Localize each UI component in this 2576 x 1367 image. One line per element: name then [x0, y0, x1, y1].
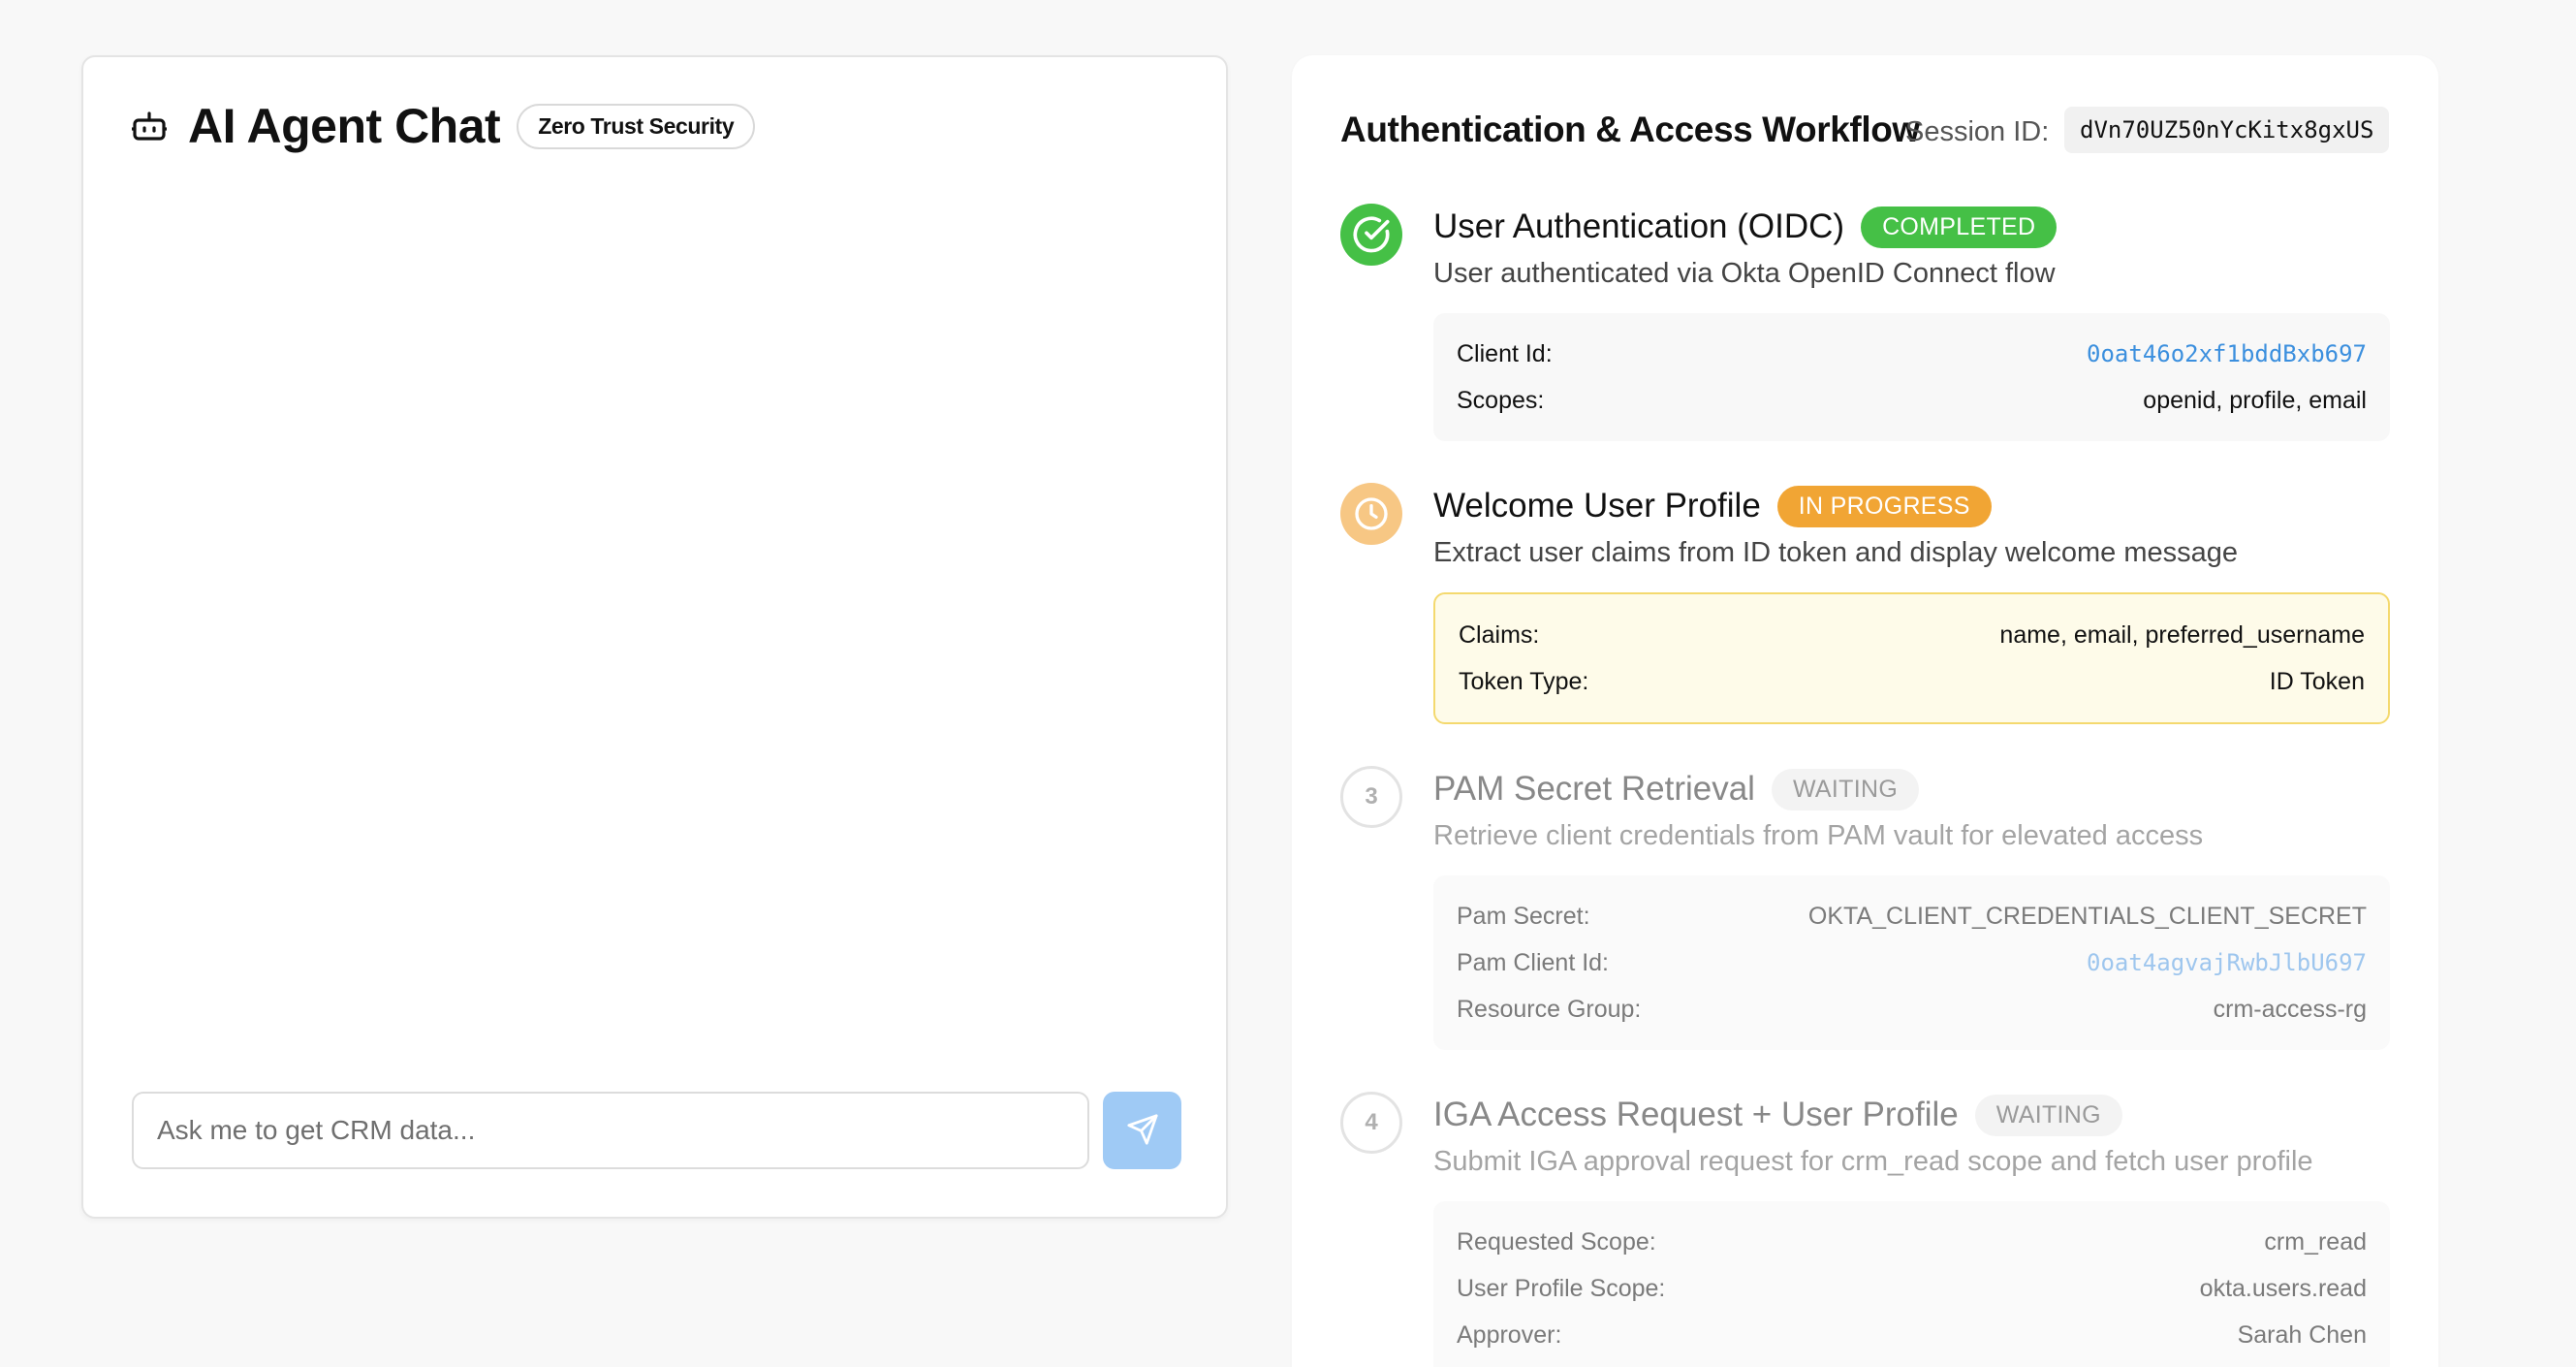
- step-number: 3: [1340, 766, 1402, 828]
- detail-row: Pam Secret: OKTA_CLIENT_CREDENTIALS_CLIE…: [1457, 893, 2367, 939]
- detail-value: Sarah Chen: [2237, 1320, 2367, 1349]
- step-title: User Authentication (OIDC): [1433, 207, 1845, 245]
- detail-value: OKTA_CLIENT_CREDENTIALS_CLIENT_SECRET: [1807, 902, 2367, 930]
- robot-icon: [132, 108, 169, 144]
- status-badge: IN PROGRESS: [1776, 485, 1992, 527]
- workflow-step-iga: 4 IGA Access Request + User Profile WAIT…: [1340, 1092, 2390, 1367]
- step-details: Requested Scope: crm_read User Profile S…: [1433, 1201, 2390, 1367]
- send-button[interactable]: [1103, 1092, 1181, 1169]
- workflow-step-oidc: User Authentication (OIDC) COMPLETED Use…: [1340, 204, 2390, 494]
- detail-value: crm-access-rg: [2213, 995, 2367, 1023]
- detail-value: okta.users.read: [2199, 1274, 2367, 1302]
- status-badge: WAITING: [1974, 1094, 2122, 1136]
- detail-key: Approver:: [1457, 1320, 1562, 1349]
- detail-row: Resource Group: crm-access-rg: [1457, 986, 2367, 1033]
- detail-value: openid, profile, email: [2143, 386, 2367, 414]
- detail-key: Resource Group:: [1457, 995, 1642, 1023]
- session-id-label: Session ID:: [1905, 116, 2050, 147]
- detail-value: 0oat46o2xf1bddBxb697: [2087, 340, 2367, 367]
- step-description: User authenticated via Okta OpenID Conne…: [1433, 258, 2056, 289]
- step-header: PAM Secret Retrieval WAITING: [1433, 766, 1920, 812]
- chat-title: AI Agent Chat: [188, 99, 501, 153]
- workflow-panel: Authentication & Access Workflow Session…: [1292, 55, 2438, 1367]
- detail-key: Token Type:: [1459, 667, 1589, 695]
- detail-row: Pam Client Id: 0oat4agvajRwbJlbU697: [1457, 939, 2367, 986]
- step-details: Client Id: 0oat46o2xf1bddBxb697 Scopes: …: [1433, 313, 2390, 441]
- detail-row: Requested Scope: crm_read: [1457, 1219, 2367, 1265]
- step-title: Welcome User Profile: [1433, 487, 1761, 525]
- detail-key: User Profile Scope:: [1457, 1274, 1666, 1302]
- step-number: 4: [1340, 1092, 1402, 1154]
- detail-row: Approver: Sarah Chen: [1457, 1312, 2367, 1358]
- detail-value: ID Token: [2269, 667, 2365, 695]
- detail-value: crm_read: [2264, 1227, 2367, 1256]
- detail-key: Requested Scope:: [1457, 1227, 1656, 1256]
- detail-key: Pam Secret:: [1457, 902, 1590, 930]
- workflow-step-welcome: Welcome User Profile IN PROGRESS Extract…: [1340, 483, 2390, 774]
- detail-value: name, email, preferred_username: [1999, 620, 2365, 649]
- step-title: PAM Secret Retrieval: [1433, 770, 1755, 808]
- workflow-title: Authentication & Access Workflow: [1340, 110, 1920, 149]
- detail-row: Client Id: 0oat46o2xf1bddBxb697: [1457, 331, 2367, 377]
- detail-key: Pam Client Id:: [1457, 948, 1610, 976]
- status-badge: COMPLETED: [1861, 206, 2058, 248]
- step-details: Claims: name, email, preferred_username …: [1433, 592, 2390, 724]
- detail-key: Client Id:: [1457, 339, 1553, 367]
- detail-key: Claims:: [1459, 620, 1540, 649]
- clock-icon: [1340, 483, 1402, 545]
- step-header: Welcome User Profile IN PROGRESS: [1433, 483, 1992, 529]
- step-details: Pam Secret: OKTA_CLIENT_CREDENTIALS_CLIE…: [1433, 875, 2390, 1050]
- status-badge: WAITING: [1771, 768, 1920, 811]
- detail-row: Token Type: ID Token: [1459, 658, 2365, 705]
- detail-row: Claims: name, email, preferred_username: [1459, 612, 2365, 658]
- step-title: IGA Access Request + User Profile: [1433, 1096, 1959, 1133]
- chat-panel: AI Agent Chat Zero Trust Security: [81, 55, 1228, 1219]
- chat-header: AI Agent Chat Zero Trust Security: [132, 98, 756, 154]
- check-circle-icon: [1340, 204, 1402, 266]
- chat-input[interactable]: [132, 1092, 1089, 1169]
- detail-row: User Profile Scope: okta.users.read: [1457, 1265, 2367, 1312]
- step-header: IGA Access Request + User Profile WAITIN…: [1433, 1092, 2122, 1138]
- workflow-step-pam: 3 PAM Secret Retrieval WAITING Retrieve …: [1340, 766, 2390, 1096]
- zero-trust-badge: Zero Trust Security: [517, 103, 756, 149]
- detail-key: Scopes:: [1457, 386, 1545, 414]
- step-header: User Authentication (OIDC) COMPLETED: [1433, 204, 2058, 250]
- session-id-value: dVn70UZ50nYcKitx8gxUS: [2064, 107, 2390, 153]
- send-icon: [1126, 1113, 1159, 1149]
- step-description: Retrieve client credentials from PAM vau…: [1433, 820, 2204, 851]
- step-description: Submit IGA approval request for crm_read…: [1433, 1146, 2313, 1177]
- step-description: Extract user claims from ID token and di…: [1433, 537, 2239, 568]
- detail-row: Scopes: openid, profile, email: [1457, 377, 2367, 424]
- detail-value: 0oat4agvajRwbJlbU697: [2087, 949, 2367, 976]
